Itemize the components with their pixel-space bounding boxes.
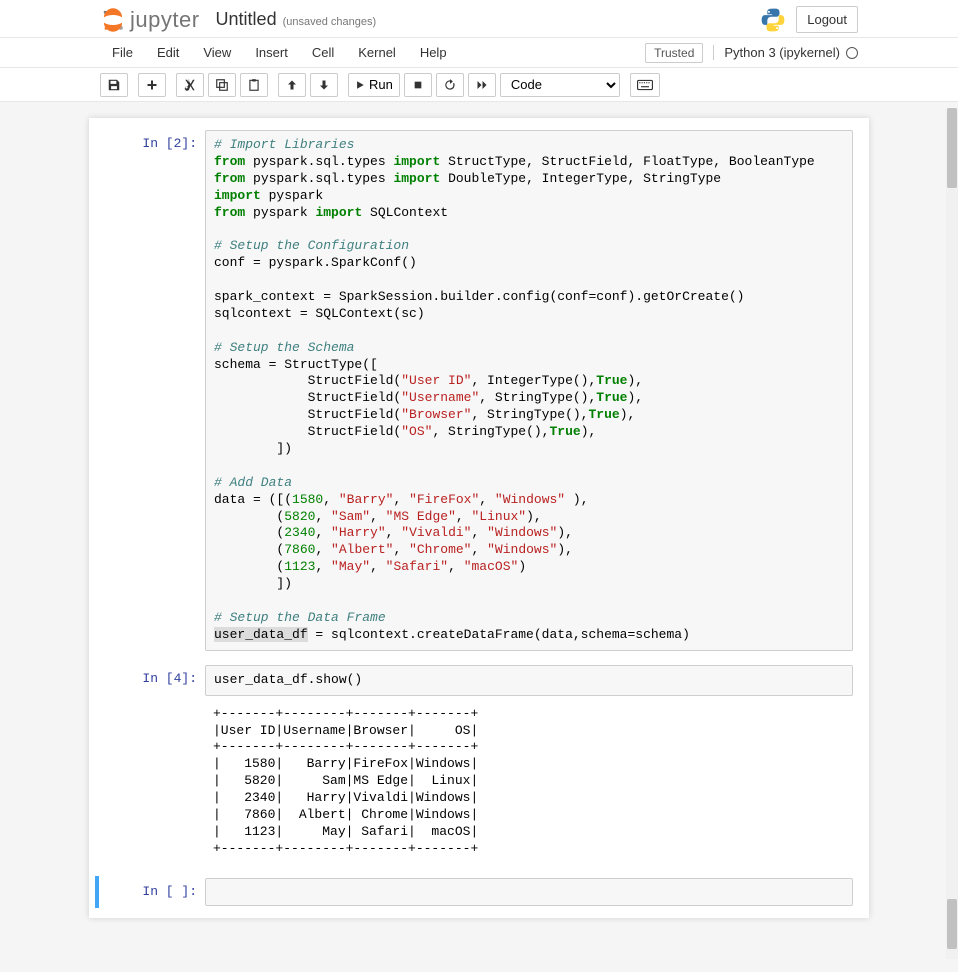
stop-icon bbox=[413, 80, 423, 90]
menu-kernel[interactable]: Kernel bbox=[346, 39, 408, 66]
move-up-button[interactable] bbox=[278, 73, 306, 97]
jupyter-logo[interactable]: jupyter bbox=[100, 7, 200, 33]
menu-cell[interactable]: Cell bbox=[300, 39, 346, 66]
menubar: File Edit View Insert Cell Kernel Help T… bbox=[0, 38, 958, 68]
title-wrap: Untitled (unsaved changes) bbox=[216, 9, 377, 30]
restart-button[interactable] bbox=[436, 73, 464, 97]
add-cell-button[interactable] bbox=[138, 73, 166, 97]
notebook-scroll-area[interactable]: In [2]:# Import Libraries from pyspark.s… bbox=[0, 102, 958, 972]
header: jupyter Untitled (unsaved changes) Logou… bbox=[0, 0, 958, 38]
notebook-title[interactable]: Untitled bbox=[216, 9, 277, 30]
menu-edit[interactable]: Edit bbox=[145, 39, 191, 66]
output-cell: +-------+--------+-------+-------+ |User… bbox=[95, 698, 863, 866]
command-palette-button[interactable] bbox=[630, 73, 660, 97]
scrollbar-thumb-top[interactable] bbox=[947, 108, 957, 188]
cut-button[interactable] bbox=[176, 73, 204, 97]
keyboard-icon bbox=[637, 79, 653, 91]
kernel-status-icon bbox=[846, 47, 858, 59]
menu-help[interactable]: Help bbox=[408, 39, 459, 66]
kernel-indicator[interactable]: Python 3 (ipykernel) bbox=[713, 45, 858, 60]
copy-icon bbox=[215, 78, 229, 92]
save-icon bbox=[107, 78, 121, 92]
run-button[interactable]: Run bbox=[348, 73, 400, 97]
code-cell[interactable]: In [2]:# Import Libraries from pyspark.s… bbox=[95, 128, 863, 653]
cell-input-area[interactable] bbox=[205, 878, 853, 906]
copy-button[interactable] bbox=[208, 73, 236, 97]
trusted-button[interactable]: Trusted bbox=[645, 43, 703, 63]
toolbar: Run Code bbox=[0, 68, 958, 102]
code-content[interactable]: # Import Libraries from pyspark.sql.type… bbox=[214, 137, 844, 644]
save-status: (unsaved changes) bbox=[283, 16, 377, 28]
paste-icon bbox=[247, 78, 261, 92]
arrow-down-icon bbox=[318, 79, 330, 91]
kernel-name-text: Python 3 (ipykernel) bbox=[724, 45, 840, 60]
jupyter-logo-text: jupyter bbox=[130, 7, 200, 33]
scrollbar-thumb-bottom[interactable] bbox=[947, 899, 957, 949]
menu-view[interactable]: View bbox=[191, 39, 243, 66]
cell-input-area[interactable]: user_data_df.show() bbox=[205, 665, 853, 696]
menu-insert[interactable]: Insert bbox=[243, 39, 300, 66]
cell-type-select[interactable]: Code bbox=[500, 73, 620, 97]
logout-button[interactable]: Logout bbox=[796, 6, 858, 33]
cell-output-text: +-------+--------+-------+-------+ |User… bbox=[205, 700, 853, 864]
run-label: Run bbox=[369, 77, 393, 92]
cell-prompt: In [4]: bbox=[95, 665, 205, 696]
code-cell[interactable]: In [ ]: bbox=[95, 876, 863, 908]
code-cell[interactable]: In [4]: user_data_df.show() bbox=[95, 663, 863, 698]
cell-prompt: In [ ]: bbox=[99, 878, 205, 906]
restart-icon bbox=[443, 78, 457, 92]
scissors-icon bbox=[183, 78, 197, 92]
paste-button[interactable] bbox=[240, 73, 268, 97]
notebook: In [2]:# Import Libraries from pyspark.s… bbox=[89, 118, 869, 918]
jupyter-icon bbox=[100, 7, 126, 33]
cell-prompt: In [2]: bbox=[95, 130, 205, 651]
save-button[interactable] bbox=[100, 73, 128, 97]
arrow-up-icon bbox=[286, 79, 298, 91]
menu-file[interactable]: File bbox=[100, 39, 145, 66]
move-down-button[interactable] bbox=[310, 73, 338, 97]
scrollbar[interactable] bbox=[946, 108, 958, 959]
restart-run-all-button[interactable] bbox=[468, 73, 496, 97]
code-content[interactable]: user_data_df.show() bbox=[214, 672, 844, 689]
fast-forward-icon bbox=[475, 79, 489, 91]
play-icon bbox=[355, 80, 365, 90]
cell-input-area[interactable]: # Import Libraries from pyspark.sql.type… bbox=[205, 130, 853, 651]
plus-icon bbox=[146, 79, 158, 91]
interrupt-button[interactable] bbox=[404, 73, 432, 97]
output-prompt bbox=[95, 700, 205, 864]
python-icon bbox=[760, 7, 786, 33]
